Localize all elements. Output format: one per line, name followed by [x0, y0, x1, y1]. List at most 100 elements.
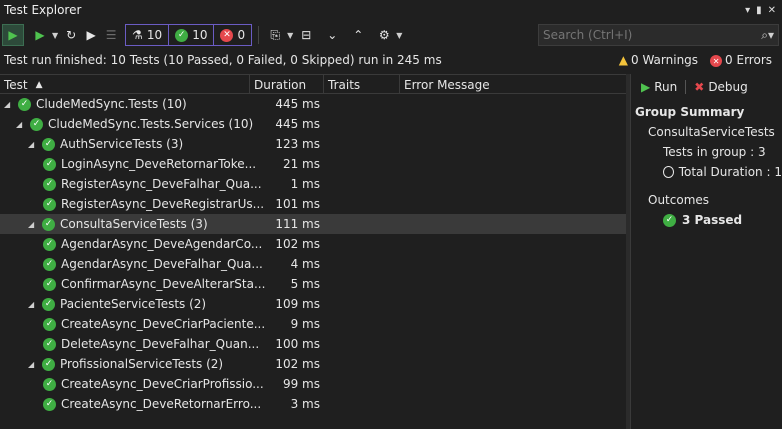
test-name-cell: ◢ ✓ ConsultaServiceTests (3): [28, 214, 208, 234]
test-counters: ⚗ 10 ✓ 10 ✕ 0: [125, 24, 253, 46]
playlist-button[interactable]: ⎘: [265, 24, 285, 46]
flask-icon: ⚗: [132, 28, 143, 42]
window-title: Test Explorer: [4, 3, 82, 17]
test-name: CludeMedSync.Tests (10): [36, 97, 187, 111]
table-row[interactable]: ◢ ✓ PacienteServiceTests (2) 109 ms: [0, 294, 626, 314]
passed-icon: ✓: [663, 213, 676, 227]
summary-debug-button[interactable]: Debug: [708, 80, 747, 94]
total-duration: Total Duration : 1: [635, 162, 782, 182]
settings-dropdown-icon[interactable]: ▼: [396, 31, 402, 40]
window-controls: ▾ ▮ ✕: [745, 5, 782, 16]
table-row[interactable]: ✓ CreateAsync_DeveCriarPaciente... 9 ms: [0, 314, 626, 334]
summary-run-button[interactable]: Run: [654, 80, 677, 94]
settings-button[interactable]: ⚙: [374, 24, 394, 46]
collapse-all-button[interactable]: ⌃: [348, 24, 368, 46]
passed-icon: ✓: [30, 117, 43, 131]
column-header-duration[interactable]: Duration: [250, 75, 324, 94]
expander-icon[interactable]: ◢: [28, 300, 37, 309]
passed-icon: ✓: [43, 197, 56, 211]
test-duration: 445 ms: [275, 117, 320, 131]
repeat-last-run-button[interactable]: ↻: [61, 24, 81, 46]
search-input[interactable]: [543, 28, 748, 42]
table-row[interactable]: ✓ RegisterAsync_DeveRegistrarUs... 101 ms: [0, 194, 626, 214]
table-row[interactable]: ✓ CreateAsync_DeveRetornarErro... 3 ms: [0, 394, 626, 414]
test-name: DeleteAsync_DeveFalhar_Quan...: [61, 337, 260, 351]
outcomes-heading: Outcomes: [648, 193, 710, 207]
warnings-filter[interactable]: ▲ 0 Warnings: [619, 53, 698, 67]
expander-icon[interactable]: ◢: [28, 220, 37, 229]
action-separator: [685, 80, 687, 94]
passed-label: 3 Passed: [682, 213, 743, 227]
test-duration: 111 ms: [275, 217, 320, 231]
run-button[interactable]: ▶: [30, 24, 50, 46]
dropdown-icon[interactable]: ▾: [745, 5, 750, 16]
passed-icon: ✓: [42, 217, 55, 231]
test-list: Test ▲ Duration Traits Error Message ◢ ✓ C…: [0, 74, 626, 429]
column-header-traits[interactable]: Traits: [324, 75, 400, 94]
run-failed-button[interactable]: ▶: [81, 24, 101, 46]
total-tests-filter[interactable]: ⚗ 10: [126, 25, 170, 45]
errors-filter[interactable]: ✕ 0 Errors: [710, 53, 772, 68]
table-row[interactable]: ◢ ✓ ProfissionalServiceTests (2) 102 ms: [0, 354, 626, 374]
expander-icon[interactable]: ◢: [4, 100, 13, 109]
cancel-button[interactable]: ☰: [101, 24, 121, 46]
test-name-cell: ✓ ConfirmarAsync_DeveAlterarSta...: [38, 274, 265, 294]
table-row[interactable]: ◢ ✓ CludeMedSync.Tests (10) 445 ms: [0, 94, 626, 114]
test-name-cell: ✓ CreateAsync_DeveRetornarErro...: [38, 394, 261, 414]
group-name: ConsultaServiceTests: [648, 125, 775, 139]
test-name-cell: ◢ ✓ CludeMedSync.Tests.Services (10): [16, 114, 253, 134]
playlist-icon: ⎘: [270, 27, 280, 42]
pin-icon[interactable]: ▮: [756, 5, 762, 16]
table-row[interactable]: ◢ ✓ AuthServiceTests (3) 123 ms: [0, 134, 626, 154]
expander-icon[interactable]: ◢: [28, 360, 37, 369]
search-box[interactable]: ⌕▾: [538, 24, 779, 46]
table-row[interactable]: ✓ ConfirmarAsync_DeveAlterarSta... 5 ms: [0, 274, 626, 294]
test-duration: 102 ms: [275, 357, 320, 371]
playlist-dropdown-icon[interactable]: ▼: [287, 31, 293, 40]
test-name-cell: ✓ DeleteAsync_DeveFalhar_Quan...: [38, 334, 259, 354]
passed-tests-filter[interactable]: ✓ 10: [169, 25, 215, 45]
column-header-test[interactable]: Test ▲: [0, 75, 250, 94]
test-name-cell: ✓ RegisterAsync_DeveRegistrarUs...: [38, 194, 264, 214]
passed-icon: ✓: [18, 97, 31, 111]
table-row[interactable]: ✓ CreateAsync_DeveCriarProfissio... 99 ms: [0, 374, 626, 394]
group-summary-panel: ▶ Run ✖ Debug Group Summary ConsultaServ…: [630, 74, 782, 429]
play-icon: ▶: [35, 28, 45, 42]
table-row[interactable]: ◢ ✓ ConsultaServiceTests (3) 111 ms: [0, 214, 626, 234]
column-header-error-message[interactable]: Error Message: [400, 75, 626, 94]
test-duration: 445 ms: [275, 97, 320, 111]
clock-icon: [663, 166, 674, 178]
run-dropdown-icon[interactable]: ▼: [52, 31, 58, 40]
table-row[interactable]: ✓ AgendarAsync_DeveFalhar_Qua... 4 ms: [0, 254, 626, 274]
hierarchy-icon: ⊟: [301, 28, 312, 42]
expander-icon[interactable]: ◢: [28, 140, 37, 149]
expander-icon[interactable]: ◢: [16, 120, 25, 129]
test-name: AgendarAsync_DeveAgendarCo...: [61, 237, 263, 251]
table-row[interactable]: ◢ ✓ CludeMedSync.Tests.Services (10) 445 ms: [0, 114, 626, 134]
debug-icon: ✖: [694, 80, 705, 94]
close-icon[interactable]: ✕: [768, 5, 776, 16]
group-summary-heading: Group Summary: [635, 105, 745, 119]
test-name-cell: ✓ AgendarAsync_DeveFalhar_Qua...: [38, 254, 263, 274]
total-duration-label: Total Duration :: [678, 165, 771, 179]
failed-tests-filter[interactable]: ✕ 0: [214, 25, 251, 45]
cancel-icon: ☰: [105, 28, 117, 42]
table-row[interactable]: ✓ DeleteAsync_DeveFalhar_Quan... 100 ms: [0, 334, 626, 354]
column-headers: Test ▲ Duration Traits Error Message: [0, 74, 626, 94]
sort-ascending-icon: ▲: [35, 79, 43, 90]
test-name: CreateAsync_DeveCriarProfissio...: [61, 377, 264, 391]
test-duration: 3 ms: [290, 397, 320, 411]
expand-all-button[interactable]: ⌄: [322, 24, 342, 46]
table-row[interactable]: ✓ LoginAsync_DeveRetornarToke... 21 ms: [0, 154, 626, 174]
group-by-button[interactable]: ⊟: [296, 24, 316, 46]
test-duration: 5 ms: [290, 277, 320, 291]
test-name: PacienteServiceTests (2): [60, 297, 207, 311]
table-row[interactable]: ✓ RegisterAsync_DeveFalhar_Qua... 1 ms: [0, 174, 626, 194]
passed-icon: ✓: [43, 317, 56, 331]
passed-icon: ✓: [42, 297, 55, 311]
run-all-button[interactable]: ▶: [2, 24, 24, 46]
search-icon[interactable]: ⌕▾: [761, 28, 774, 43]
table-row[interactable]: ✓ AgendarAsync_DeveAgendarCo... 102 ms: [0, 234, 626, 254]
test-duration: 4 ms: [290, 257, 320, 271]
gear-icon: ⚙: [378, 28, 390, 42]
